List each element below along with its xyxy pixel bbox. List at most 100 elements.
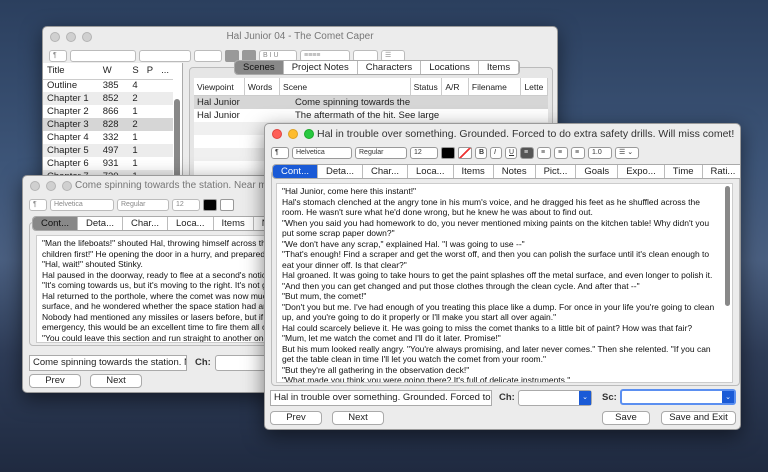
zoom-button[interactable] xyxy=(62,181,72,191)
tab-deta[interactable]: Deta... xyxy=(318,165,363,178)
text-paragraph: Hal's stomach clenched at the angry tone… xyxy=(282,196,700,218)
scene-col-words[interactable]: Words xyxy=(245,78,281,95)
paragraph-style-icon[interactable]: ¶ xyxy=(49,50,67,62)
scene-row[interactable]: Hal Junior The aftermath of the hit. See … xyxy=(194,109,548,122)
tab-locations[interactable]: Locations xyxy=(421,61,479,74)
prev-button[interactable]: Prev xyxy=(29,374,81,388)
chapter-row[interactable]: Chapter 6 931 1 xyxy=(43,157,173,170)
style-select[interactable]: Regular xyxy=(117,199,169,211)
highlight-color-icon[interactable] xyxy=(220,199,234,211)
scene-summary-field[interactable]: Hal in trouble over something. Grounded.… xyxy=(270,390,492,406)
chapter-row[interactable]: Chapter 3 828 2 xyxy=(43,118,173,131)
scene-row[interactable]: Hal Junior Come spinning towards the xyxy=(194,96,548,109)
tab-goals[interactable]: Goals xyxy=(576,165,619,178)
font-select[interactable]: Helvetica xyxy=(292,147,352,159)
scene-col-status[interactable]: Status xyxy=(411,78,443,95)
italic-button[interactable]: I xyxy=(490,147,502,159)
chapter-row[interactable]: Chapter 4 332 1 xyxy=(43,131,173,144)
scene-text-editor[interactable]: "Hal Junior, come here this instant!" Hal… xyxy=(276,183,733,383)
text-paragraph: "But mum, the comet!" xyxy=(282,291,367,301)
scene-select[interactable]: ⌄ xyxy=(620,389,736,405)
col-more[interactable]: ... xyxy=(157,63,173,79)
chapter-scenes: 4 xyxy=(132,80,138,92)
paragraph-style-icon[interactable]: ¶ xyxy=(29,199,47,211)
tab-char[interactable]: Char... xyxy=(363,165,408,178)
chapter-label: Ch: xyxy=(499,392,515,403)
tab-scenes[interactable]: Scenes xyxy=(235,61,284,74)
tab-cont[interactable]: Cont... xyxy=(33,217,78,230)
col-title[interactable]: Title xyxy=(43,63,99,79)
size-select[interactable] xyxy=(194,50,222,62)
justify-button[interactable]: ≡ xyxy=(571,147,585,159)
scene-col-viewpoint[interactable]: Viewpoint xyxy=(194,78,245,95)
tab-deta[interactable]: Deta... xyxy=(78,217,123,230)
col-words[interactable]: W xyxy=(99,63,129,79)
save-button[interactable]: Save xyxy=(602,411,650,425)
align-center-button[interactable]: ≡ xyxy=(537,147,551,159)
tab-loca[interactable]: Loca... xyxy=(408,165,454,178)
tab-notes[interactable]: Notes xyxy=(494,165,536,178)
chevron-down-icon: ⌄ xyxy=(722,391,734,403)
font-select[interactable]: Helvetica xyxy=(50,199,114,211)
chevron-down-icon: ⌄ xyxy=(579,391,591,405)
col-p[interactable]: P xyxy=(143,63,157,79)
tab-expo[interactable]: Expo... xyxy=(618,165,665,178)
scene-summary-field[interactable]: Come spinning towards the station. Near … xyxy=(29,355,187,371)
tab-projectnotes[interactable]: Project Notes xyxy=(284,61,358,74)
next-button[interactable]: Next xyxy=(90,374,142,388)
chapter-row[interactable]: Chapter 5 497 1 xyxy=(43,144,173,157)
tab-items[interactable]: Items xyxy=(214,217,254,230)
zoom-button[interactable] xyxy=(304,129,314,139)
chapter-scenes: 2 xyxy=(132,119,138,130)
tab-time[interactable]: Time xyxy=(665,165,703,178)
close-button[interactable] xyxy=(50,32,60,42)
tab-loca[interactable]: Loca... xyxy=(168,217,214,230)
chapter-select[interactable]: ⌄ xyxy=(518,390,592,406)
bold-button[interactable]: B xyxy=(475,147,487,159)
underline-button[interactable]: U xyxy=(505,147,517,159)
text-color-icon[interactable] xyxy=(441,147,455,159)
col-scenes[interactable]: S xyxy=(128,63,142,79)
style-select[interactable] xyxy=(139,50,191,62)
chapter-row[interactable]: Chapter 2 866 1 xyxy=(43,105,173,118)
size-select[interactable]: 12 xyxy=(410,147,438,159)
size-select[interactable]: 12 xyxy=(172,199,200,211)
text-paragraph: "We don't have any scrap," explained Hal… xyxy=(282,238,525,249)
scene-col-ar[interactable]: A/R xyxy=(442,78,469,95)
scene-col-scene[interactable]: Scene xyxy=(280,78,411,95)
tab-rati[interactable]: Rati... xyxy=(703,165,740,178)
prev-button[interactable]: Prev xyxy=(270,411,322,425)
scene-col-lette[interactable]: Lette xyxy=(521,78,548,95)
next-button[interactable]: Next xyxy=(332,411,384,425)
chapter-words: 852 xyxy=(102,93,119,104)
save-and-exit-button[interactable]: Save and Exit xyxy=(661,411,736,425)
scene-viewpoint: Hal Junior xyxy=(197,110,240,121)
highlight-color-icon[interactable] xyxy=(458,147,472,159)
style-select[interactable]: Regular xyxy=(355,147,407,159)
close-button[interactable] xyxy=(30,181,40,191)
chapter-row[interactable]: Chapter 1 852 2 xyxy=(43,92,173,105)
list-icon[interactable]: ☰ ⌄ xyxy=(615,147,639,159)
tab-characters[interactable]: Characters xyxy=(358,61,422,74)
align-left-button[interactable]: ≡ xyxy=(520,147,534,159)
line-spacing-select[interactable]: 1.0 xyxy=(588,147,612,159)
chapter-p xyxy=(143,92,157,105)
minimize-button[interactable] xyxy=(46,181,56,191)
tab-pict[interactable]: Pict... xyxy=(536,165,577,178)
font-select[interactable] xyxy=(70,50,136,62)
scene-col-filename[interactable]: Filename xyxy=(469,78,522,95)
minimize-button[interactable] xyxy=(288,129,298,139)
scene-text-editor[interactable]: "Man the lifeboats!" shouted Hal, throwi… xyxy=(36,235,280,343)
minimize-button[interactable] xyxy=(66,32,76,42)
text-scrollbar[interactable] xyxy=(725,186,730,306)
text-color-icon[interactable] xyxy=(203,199,217,211)
align-right-button[interactable]: ≡ xyxy=(554,147,568,159)
tab-items[interactable]: Items xyxy=(454,165,494,178)
tab-char[interactable]: Char... xyxy=(123,217,168,230)
paragraph-style-icon[interactable]: ¶ xyxy=(271,147,289,159)
chapter-row[interactable]: Outline 385 4 xyxy=(43,79,173,92)
tab-items[interactable]: Items xyxy=(479,61,520,74)
zoom-button[interactable] xyxy=(82,32,92,42)
tab-cont[interactable]: Cont... xyxy=(273,165,318,178)
close-button[interactable] xyxy=(272,129,282,139)
